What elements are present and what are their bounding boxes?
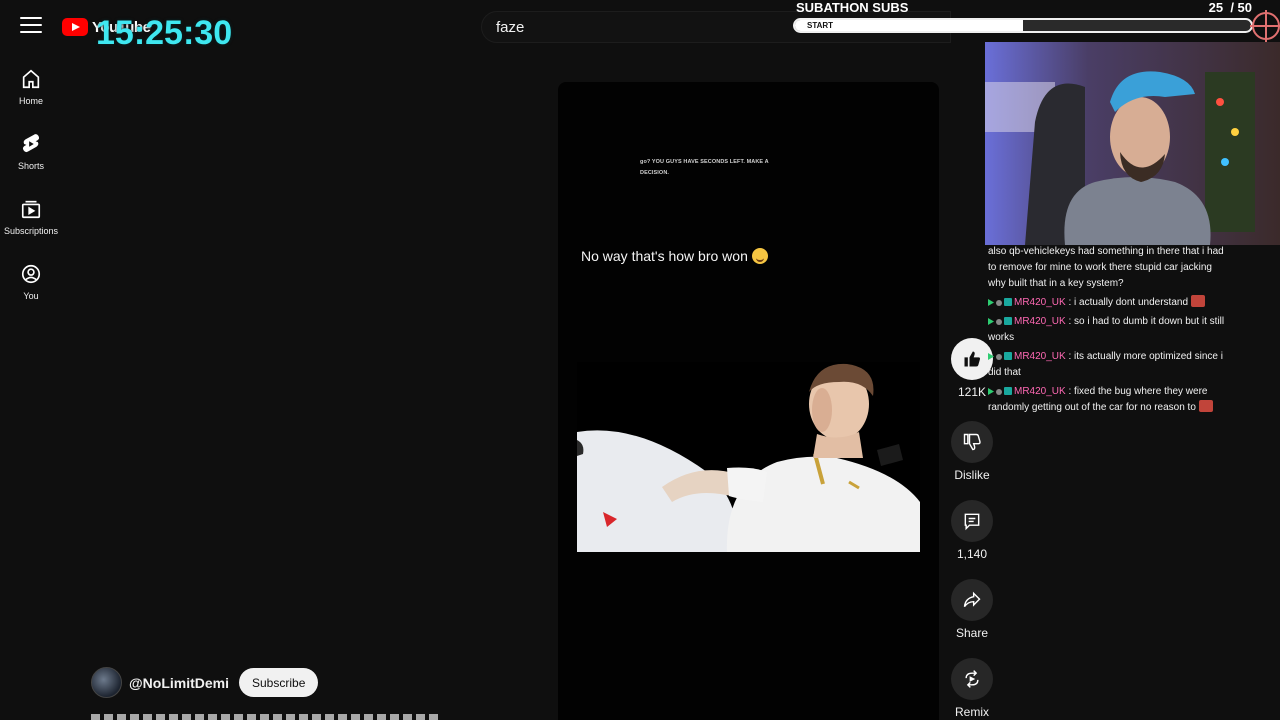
remix-label: Remix xyxy=(954,705,989,719)
subscribe-button[interactable]: Subscribe xyxy=(239,668,319,697)
sidebar-item-subscriptions[interactable]: Subscriptions xyxy=(0,190,62,255)
badge-icon xyxy=(996,389,1002,395)
badge-icon xyxy=(996,319,1002,325)
share-icon xyxy=(963,591,981,608)
badge-icon xyxy=(988,388,994,395)
video-main-caption: No way that's how bro won xyxy=(581,248,768,264)
badge-icon xyxy=(1004,298,1012,306)
share-label: Share xyxy=(955,626,989,640)
subathon-bar-label: START xyxy=(807,21,834,30)
search-input[interactable] xyxy=(496,12,796,42)
remix-icon xyxy=(965,670,979,688)
dislike-button[interactable]: Dislike xyxy=(946,421,998,482)
chat-message: MR420_UK : fixed the bug where they were… xyxy=(988,384,1228,416)
video-title-cutoff xyxy=(91,714,441,720)
badge-icon xyxy=(996,300,1002,306)
chat-message: MR420_UK : so i had to dumb it down but … xyxy=(988,316,1225,343)
chat-username: MR420_UK xyxy=(1014,316,1066,327)
sidebar-item-label: You xyxy=(23,291,39,301)
account-icon xyxy=(21,264,41,284)
subscriptions-icon xyxy=(21,200,41,219)
chat-text: i actually dont understand xyxy=(1074,297,1189,308)
emote-icon xyxy=(1191,295,1206,307)
comment-icon xyxy=(964,513,980,531)
thumbs-up-icon xyxy=(964,351,980,367)
channel-handle[interactable]: @NoLimitDemi xyxy=(129,675,229,691)
chat-message: MR420_UK : its actually more optimized s… xyxy=(988,351,1223,378)
sidebar-item-home[interactable]: Home xyxy=(0,60,62,125)
chat-username: MR420_UK xyxy=(1014,351,1066,362)
subathon-progress-bar: START xyxy=(793,18,1253,33)
like-count: 121K xyxy=(957,385,987,399)
comment-count: 1,140 xyxy=(956,547,988,561)
stream-clock-overlay: 15:25:30 xyxy=(96,14,233,52)
badge-icon xyxy=(1004,352,1012,360)
stream-chat: also qb-vehiclekeys had something in the… xyxy=(988,244,1228,419)
chat-text: also qb-vehiclekeys had something in the… xyxy=(988,246,1224,289)
badge-icon xyxy=(1004,317,1012,325)
subathon-title: SUBATHON SUBS xyxy=(796,0,909,15)
streamer-webcam xyxy=(985,42,1280,245)
thumbs-down-icon xyxy=(963,433,981,451)
crosshair-icon xyxy=(1250,10,1280,42)
badge-icon xyxy=(1004,387,1012,395)
sidebar-item-label: Shorts xyxy=(17,161,44,171)
chat-message: MR420_UK : i actually dont understand xyxy=(988,295,1228,311)
sidebar-item-shorts[interactable]: Shorts xyxy=(0,125,62,190)
shorts-video-player[interactable]: go? YOU GUYS HAVE SECONDS LEFT. MAKE A D… xyxy=(558,82,939,720)
sidebar-item-label: Subscriptions xyxy=(3,226,59,236)
laughing-emoji-icon xyxy=(751,248,768,264)
badge-icon xyxy=(988,299,994,306)
sidebar-item-label: Home xyxy=(18,96,43,106)
shorts-icon xyxy=(22,134,40,153)
video-top-caption: go? YOU GUYS HAVE SECONDS LEFT. MAKE A D… xyxy=(640,159,769,176)
dislike-label: Dislike xyxy=(954,468,990,482)
chat-username: MR420_UK xyxy=(1014,297,1066,308)
subathon-overlay: SUBATHON SUBS 25 / 50 START xyxy=(790,0,1256,40)
home-icon xyxy=(22,69,40,89)
chat-username: MR420_UK xyxy=(1014,386,1066,397)
badge-icon xyxy=(988,353,994,360)
share-button[interactable]: Share xyxy=(946,579,998,640)
remix-button[interactable]: Remix xyxy=(946,658,998,719)
channel-row: @NoLimitDemi Subscribe xyxy=(91,667,319,698)
channel-avatar[interactable] xyxy=(91,667,122,698)
youtube-play-icon xyxy=(62,18,88,36)
subathon-goal: / 50 xyxy=(1230,0,1252,15)
subathon-current: 25 xyxy=(1208,0,1224,15)
comments-button[interactable]: 1,140 xyxy=(946,500,998,561)
badge-icon xyxy=(988,318,994,325)
chat-message: also qb-vehiclekeys had something in the… xyxy=(988,244,1228,292)
subathon-count: 25 / 50 xyxy=(1209,0,1252,15)
caption-text: No way that's how bro won xyxy=(581,248,748,264)
emote-icon xyxy=(1198,400,1213,412)
video-frame-image xyxy=(577,362,920,552)
menu-button[interactable] xyxy=(20,17,42,35)
sidebar-item-you[interactable]: You xyxy=(0,255,62,320)
sidebar: Home Shorts Subscriptions You xyxy=(0,60,62,320)
badge-icon xyxy=(996,354,1002,360)
